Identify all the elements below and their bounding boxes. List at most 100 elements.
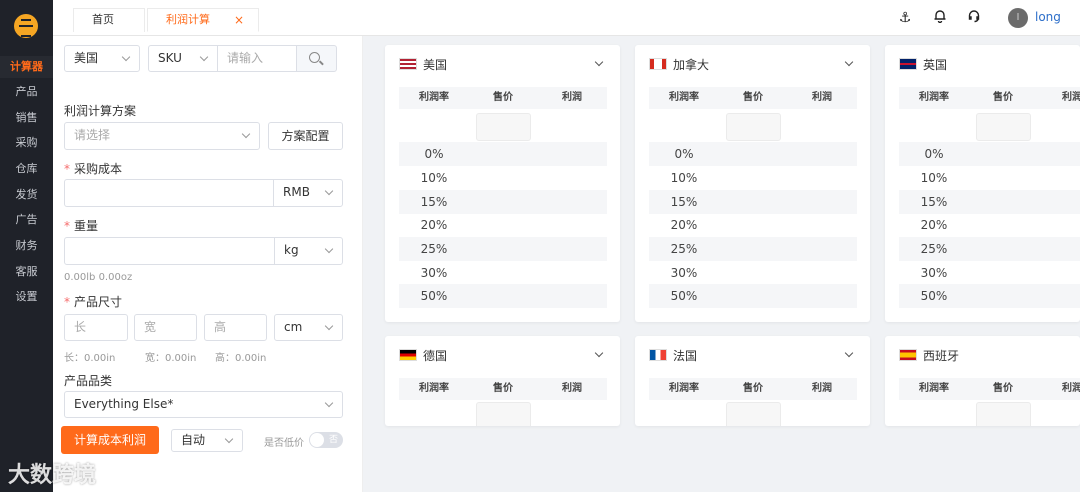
headset-icon[interactable] xyxy=(965,9,983,27)
country-card-fr: 法国 利润率 售价 利润 xyxy=(635,336,870,426)
table-header: 利润率 售价 利润 xyxy=(899,87,1080,109)
country-card-us: 美国 利润率 售价 利润 0% 10% 15% 20% 25% 30% 50% xyxy=(385,45,620,322)
us-flag-icon xyxy=(399,58,417,70)
price-input[interactable] xyxy=(476,113,531,141)
low-price-label: 是否低价 xyxy=(264,438,304,449)
plan-select[interactable]: 请选择 xyxy=(64,122,260,150)
table-row: 10% xyxy=(920,171,948,185)
table-header: 利润率 售价 利润 xyxy=(399,87,607,109)
width-hint: 宽：0.00in xyxy=(145,353,197,364)
search-field-value: SKU xyxy=(158,51,182,65)
currency-select[interactable]: RMB xyxy=(273,179,343,207)
width-input[interactable]: 宽 xyxy=(134,314,197,341)
category-value: Everything Else* xyxy=(74,397,174,411)
category-select[interactable]: Everything Else* xyxy=(64,391,343,418)
size-label: * 产品尺寸 xyxy=(64,295,123,309)
search-button[interactable] xyxy=(296,45,337,72)
table-row: 50% xyxy=(399,284,607,308)
weight-input[interactable] xyxy=(64,237,275,265)
tab-profit-label: 利润计算 xyxy=(166,13,210,26)
bell-icon[interactable] xyxy=(931,9,949,27)
avatar[interactable]: l xyxy=(1008,8,1028,28)
country-card-ca: 加拿大 利润率 售价 利润 0% 10% 15% 20% 25% 30% 50% xyxy=(635,45,870,322)
chevron-down-icon[interactable] xyxy=(844,348,854,358)
chevron-down-icon xyxy=(241,129,251,139)
table-header: 利润率 售价 利润 xyxy=(649,87,857,109)
purchase-cost-input[interactable] xyxy=(64,179,274,207)
tab-home[interactable]: 首页 xyxy=(73,8,145,32)
chevron-down-icon xyxy=(121,52,131,62)
country-card-uk: 英国 利润率 售价 利润 0% 10% 15% 20% 25% 30% 50% xyxy=(885,45,1080,322)
country-select[interactable]: 美国 xyxy=(64,45,140,72)
price-input[interactable] xyxy=(726,113,781,141)
table-header: 利润率 售价 利润 xyxy=(399,378,607,400)
nav-item-service[interactable]: 客服 xyxy=(0,261,53,283)
nav-item-products[interactable]: 产品 xyxy=(0,81,53,103)
calc-form-panel: 美国 SKU 请输入 利润计算方案 请选择 方案配置 * 采购成本 RMB * 重量… xyxy=(53,36,363,492)
es-flag-icon xyxy=(899,349,917,361)
chevron-down-icon[interactable] xyxy=(844,57,854,67)
table-row: 50% xyxy=(899,284,1080,308)
nav-item-finance[interactable]: 财务 xyxy=(0,235,53,257)
tab-profit-calc[interactable]: 利润计算 × xyxy=(147,8,259,32)
nav-item-calculator[interactable]: 计算器 xyxy=(0,56,53,78)
height-input[interactable]: 高 xyxy=(204,314,267,341)
chevron-down-icon xyxy=(324,398,334,408)
nav-item-warehouse[interactable]: 仓库 xyxy=(0,158,53,180)
nav-item-purchase[interactable]: 采购 xyxy=(0,132,53,154)
chevron-down-icon[interactable] xyxy=(594,57,604,67)
card-title: 英国 xyxy=(899,57,947,73)
low-price-toggle[interactable]: 否 xyxy=(309,432,343,448)
table-row: 25% xyxy=(899,237,1080,261)
fr-flag-icon xyxy=(649,349,667,361)
card-title: 法国 xyxy=(649,348,697,364)
table-row: 15% xyxy=(649,190,857,214)
table-row: 15% xyxy=(899,190,1080,214)
table-row: 15% xyxy=(399,190,607,214)
weight-unit-select[interactable]: kg xyxy=(274,237,343,265)
height-hint: 高：0.00in xyxy=(215,353,267,364)
plan-config-button[interactable]: 方案配置 xyxy=(268,122,343,150)
username-link[interactable]: long xyxy=(1035,10,1061,24)
left-nav: 计算器 产品 销售 采购 仓库 发货 广告 财务 客服 设置 xyxy=(0,0,53,492)
chevron-down-icon xyxy=(199,52,209,62)
nav-item-settings[interactable]: 设置 xyxy=(0,286,53,308)
category-label: 产品品类 xyxy=(64,374,113,388)
nav-item-sales[interactable]: 销售 xyxy=(0,107,53,129)
table-row: 0% xyxy=(399,142,607,166)
table-row: 25% xyxy=(649,237,857,261)
weight-unit-value: kg xyxy=(284,243,299,257)
search-input[interactable]: 请输入 xyxy=(217,45,297,72)
length-input[interactable]: 长 xyxy=(64,314,128,341)
card-title: 西班牙 xyxy=(899,348,959,364)
table-row: 30% xyxy=(920,266,948,280)
nav-item-ads[interactable]: 广告 xyxy=(0,209,53,231)
price-input[interactable] xyxy=(476,402,531,426)
calc-cost-profit-button[interactable]: 计算成本利润 xyxy=(61,426,159,454)
weight-label: * 重量 xyxy=(64,219,99,233)
price-input[interactable] xyxy=(726,402,781,426)
close-icon[interactable]: × xyxy=(234,9,244,31)
table-row: 20% xyxy=(420,218,448,232)
search-icon xyxy=(309,52,320,63)
chevron-down-icon xyxy=(324,321,334,331)
nav-item-shipping[interactable]: 发货 xyxy=(0,184,53,206)
table-header: 利润率 售价 利润 xyxy=(649,378,857,400)
price-input[interactable] xyxy=(976,113,1031,141)
chevron-down-icon xyxy=(224,434,234,444)
table-row: 10% xyxy=(420,171,448,185)
price-input[interactable] xyxy=(976,402,1031,426)
anchor-icon[interactable]: ⚓ xyxy=(896,9,914,27)
de-flag-icon xyxy=(399,349,417,361)
mode-select[interactable]: 自动 xyxy=(171,429,243,452)
weight-hint: 0.00lb 0.00oz xyxy=(64,272,133,283)
country-select-value: 美国 xyxy=(74,51,99,65)
chevron-down-icon[interactable] xyxy=(594,348,604,358)
mode-value: 自动 xyxy=(181,433,206,447)
size-unit-select[interactable]: cm xyxy=(274,314,343,341)
search-field-select[interactable]: SKU xyxy=(148,45,218,72)
purchase-cost-label: * 采购成本 xyxy=(64,162,123,176)
uk-flag-icon xyxy=(899,58,917,70)
table-row: 25% xyxy=(399,237,607,261)
app-logo-icon[interactable] xyxy=(14,14,38,38)
